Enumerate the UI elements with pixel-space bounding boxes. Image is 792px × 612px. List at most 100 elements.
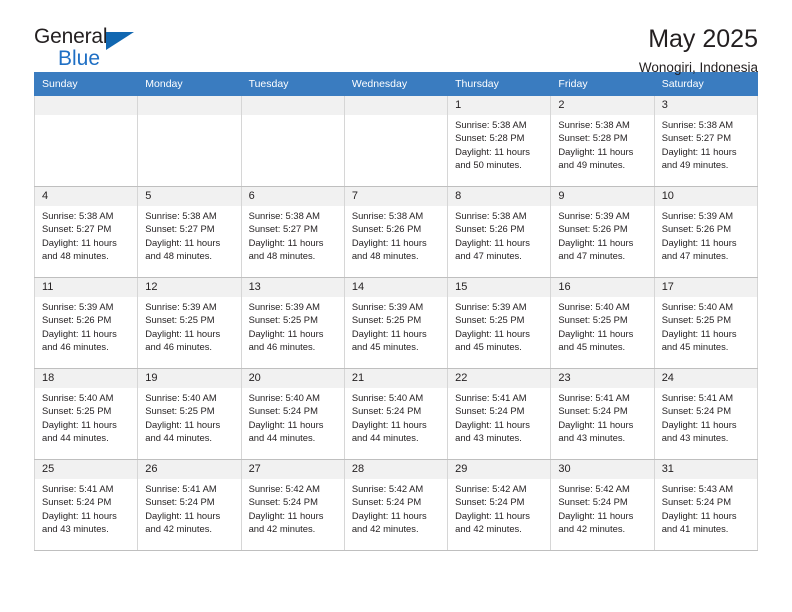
calendar-day-cell[interactable]: 9 Sunrise: 5:39 AM Sunset: 5:26 PM Daylight… <box>550 186 655 278</box>
calendar-week-row: 18 Sunrise: 5:40 AM Sunset: 5:25 PM Dayligh… <box>33 368 759 460</box>
day-details: Sunrise: 5:40 AM Sunset: 5:25 PM Daylight:… <box>655 297 757 353</box>
sunset-time: Sunset: 5:26 PM <box>558 223 628 235</box>
daylight-duration-line1: Daylight: 11 hours <box>661 509 737 521</box>
cell-inner: 3 Sunrise: 5:38 AM Sunset: 5:27 PM Daylight… <box>654 96 757 186</box>
day-number: 13 <box>241 278 344 298</box>
calendar-day-cell[interactable]: 10 Sunrise: 5:39 AM Sunset: 5:26 PM Dayligh… <box>653 186 759 278</box>
sunset-time: Sunset: 5:25 PM <box>145 405 215 417</box>
cell-inner: 5 Sunrise: 5:38 AM Sunset: 5:27 PM Daylight… <box>138 187 241 277</box>
daylight-duration-line2: and 47 minutes. <box>661 249 729 261</box>
day-details: Sunrise: 5:39 AM Sunset: 5:25 PM Daylight:… <box>138 297 240 353</box>
calendar-day-cell[interactable]: 18 Sunrise: 5:40 AM Sunset: 5:25 PM Dayligh… <box>33 368 139 460</box>
daylight-duration-line1: Daylight: 11 hours <box>351 509 427 521</box>
calendar-day-cell[interactable]: 31 Sunrise: 5:43 AM Sunset: 5:24 PM Dayligh… <box>653 459 759 551</box>
calendar-day-cell[interactable]: 15 Sunrise: 5:39 AM Sunset: 5:25 PM Dayligh… <box>447 277 552 369</box>
sunrise-time: Sunrise: 5:38 AM <box>351 210 424 222</box>
daylight-duration-line2: and 42 minutes. <box>558 522 626 534</box>
weekday-header-thursday: Thursday <box>447 72 552 96</box>
sunrise-time: Sunrise: 5:39 AM <box>455 301 527 313</box>
calendar-day-cell[interactable]: 12 Sunrise: 5:39 AM Sunset: 5:25 PM Dayligh… <box>137 277 242 369</box>
sunrise-time: Sunrise: 5:38 AM <box>661 119 734 131</box>
cell-inner: 21 Sunrise: 5:40 AM Sunset: 5:24 PM Dayligh… <box>344 369 448 459</box>
page-title: May 2025 <box>648 25 758 53</box>
daylight-duration-line1: Daylight: 11 hours <box>558 327 634 339</box>
day-number: 28 <box>344 460 448 480</box>
daylight-duration-line1: Daylight: 11 hours <box>145 327 221 339</box>
sunset-time: Sunset: 5:27 PM <box>145 223 215 235</box>
daylight-duration-line1: Daylight: 11 hours <box>455 327 530 339</box>
calendar-day-cell[interactable]: 14 Sunrise: 5:39 AM Sunset: 5:25 PM Dayligh… <box>343 277 449 369</box>
daylight-duration-line2: and 43 minutes. <box>558 431 626 443</box>
day-number: 27 <box>241 460 344 480</box>
sunset-time: Sunset: 5:26 PM <box>42 314 112 326</box>
daylight-duration-line1: Daylight: 11 hours <box>351 236 427 248</box>
cell-inner: 9 Sunrise: 5:39 AM Sunset: 5:26 PM Daylight… <box>551 187 654 277</box>
day-number: 7 <box>344 187 448 207</box>
logo-text-blue: Blue <box>58 47 101 70</box>
weekday-header-saturday: Saturday <box>653 72 759 96</box>
calendar-day-cell[interactable]: 5 Sunrise: 5:38 AM Sunset: 5:27 PM Daylight… <box>137 186 242 278</box>
calendar-day-cell[interactable]: 1 Sunrise: 5:38 AM Sunset: 5:28 PM Daylight… <box>447 95 552 187</box>
sunrise-time: Sunrise: 5:43 AM <box>661 483 734 495</box>
daylight-duration-line2: and 46 minutes. <box>42 340 109 352</box>
day-number: 29 <box>448 460 551 480</box>
calendar-day-cell[interactable]: 4 Sunrise: 5:38 AM Sunset: 5:27 PM Daylight… <box>33 186 139 278</box>
calendar-day-cell[interactable]: 26 Sunrise: 5:41 AM Sunset: 5:24 PM Dayligh… <box>137 459 242 551</box>
day-details: Sunrise: 5:39 AM Sunset: 5:25 PM Daylight:… <box>448 297 550 353</box>
sunrise-time: Sunrise: 5:42 AM <box>455 483 527 495</box>
sunset-time: Sunset: 5:24 PM <box>661 496 731 508</box>
general-blue-logo[interactable]: General Blue <box>34 26 154 74</box>
daylight-duration-line1: Daylight: 11 hours <box>661 145 737 157</box>
sunrise-time: Sunrise: 5:38 AM <box>455 119 527 131</box>
calendar-day-cell[interactable]: 19 Sunrise: 5:40 AM Sunset: 5:25 PM Dayligh… <box>137 368 242 460</box>
calendar-day-cell[interactable]: 24 Sunrise: 5:41 AM Sunset: 5:24 PM Dayligh… <box>653 368 759 460</box>
calendar-table: Sunday Monday Tuesday Wednesday Thursday… <box>33 72 759 551</box>
daylight-duration-line2: and 48 minutes. <box>42 249 109 261</box>
day-number: 23 <box>551 369 654 389</box>
sunrise-time: Sunrise: 5:40 AM <box>145 392 217 404</box>
day-details: Sunrise: 5:42 AM Sunset: 5:24 PM Daylight:… <box>242 479 344 535</box>
calendar-day-cell[interactable]: 30 Sunrise: 5:42 AM Sunset: 5:24 PM Dayligh… <box>550 459 655 551</box>
sunrise-time: Sunrise: 5:41 AM <box>558 392 630 404</box>
calendar-day-cell[interactable]: 25 Sunrise: 5:41 AM Sunset: 5:24 PM Dayligh… <box>33 459 139 551</box>
calendar-day-cell[interactable]: 6 Sunrise: 5:38 AM Sunset: 5:27 PM Daylight… <box>240 186 345 278</box>
sunset-time: Sunset: 5:26 PM <box>455 223 525 235</box>
calendar-cell-empty <box>343 95 449 187</box>
sunset-time: Sunset: 5:24 PM <box>351 496 422 508</box>
daylight-duration-line2: and 46 minutes. <box>145 340 212 352</box>
calendar-day-cell[interactable]: 16 Sunrise: 5:40 AM Sunset: 5:25 PM Dayligh… <box>550 277 655 369</box>
calendar-day-cell[interactable]: 2 Sunrise: 5:38 AM Sunset: 5:28 PM Daylight… <box>550 95 655 187</box>
calendar-day-cell[interactable]: 8 Sunrise: 5:38 AM Sunset: 5:26 PM Daylight… <box>447 186 552 278</box>
sunrise-time: Sunrise: 5:39 AM <box>248 301 320 313</box>
calendar-day-cell[interactable]: 21 Sunrise: 5:40 AM Sunset: 5:24 PM Dayligh… <box>343 368 449 460</box>
calendar-day-cell[interactable]: 28 Sunrise: 5:42 AM Sunset: 5:24 PM Dayligh… <box>343 459 449 551</box>
daylight-duration-line2: and 49 minutes. <box>661 158 729 170</box>
calendar-day-cell[interactable]: 22 Sunrise: 5:41 AM Sunset: 5:24 PM Dayligh… <box>447 368 552 460</box>
sunset-time: Sunset: 5:28 PM <box>455 132 525 144</box>
calendar-day-cell[interactable]: 17 Sunrise: 5:40 AM Sunset: 5:25 PM Dayligh… <box>653 277 759 369</box>
daylight-duration-line2: and 45 minutes. <box>455 340 522 352</box>
cell-inner: 7 Sunrise: 5:38 AM Sunset: 5:26 PM Daylight… <box>344 187 448 277</box>
sunrise-time: Sunrise: 5:40 AM <box>351 392 424 404</box>
cell-inner: 26 Sunrise: 5:41 AM Sunset: 5:24 PM Dayligh… <box>138 460 241 550</box>
daylight-duration-line1: Daylight: 11 hours <box>248 509 324 521</box>
daylight-duration-line1: Daylight: 11 hours <box>248 327 324 339</box>
sunrise-time: Sunrise: 5:38 AM <box>455 210 527 222</box>
daylight-duration-line2: and 43 minutes. <box>661 431 729 443</box>
calendar-day-cell[interactable]: 20 Sunrise: 5:40 AM Sunset: 5:24 PM Dayligh… <box>240 368 345 460</box>
cell-inner <box>344 96 448 186</box>
daylight-duration-line2: and 43 minutes. <box>42 522 109 534</box>
calendar-day-cell[interactable]: 13 Sunrise: 5:39 AM Sunset: 5:25 PM Dayligh… <box>240 277 345 369</box>
daylight-duration-line1: Daylight: 11 hours <box>145 236 221 248</box>
sunrise-time: Sunrise: 5:41 AM <box>145 483 217 495</box>
sunset-time: Sunset: 5:27 PM <box>248 223 318 235</box>
calendar-day-cell[interactable]: 23 Sunrise: 5:41 AM Sunset: 5:24 PM Dayligh… <box>550 368 655 460</box>
calendar-day-cell[interactable]: 29 Sunrise: 5:42 AM Sunset: 5:24 PM Dayligh… <box>447 459 552 551</box>
calendar-day-cell[interactable]: 11 Sunrise: 5:39 AM Sunset: 5:26 PM Dayligh… <box>33 277 139 369</box>
calendar-day-cell[interactable]: 3 Sunrise: 5:38 AM Sunset: 5:27 PM Daylight… <box>653 95 759 187</box>
calendar-day-cell[interactable]: 7 Sunrise: 5:38 AM Sunset: 5:26 PM Daylight… <box>343 186 449 278</box>
calendar-day-cell[interactable]: 27 Sunrise: 5:42 AM Sunset: 5:24 PM Dayligh… <box>240 459 345 551</box>
daylight-duration-line2: and 45 minutes. <box>661 340 729 352</box>
day-details: Sunrise: 5:41 AM Sunset: 5:24 PM Daylight:… <box>35 479 137 535</box>
calendar-page: General Blue May 2025 Wonogiri, Indonesi… <box>0 0 792 612</box>
